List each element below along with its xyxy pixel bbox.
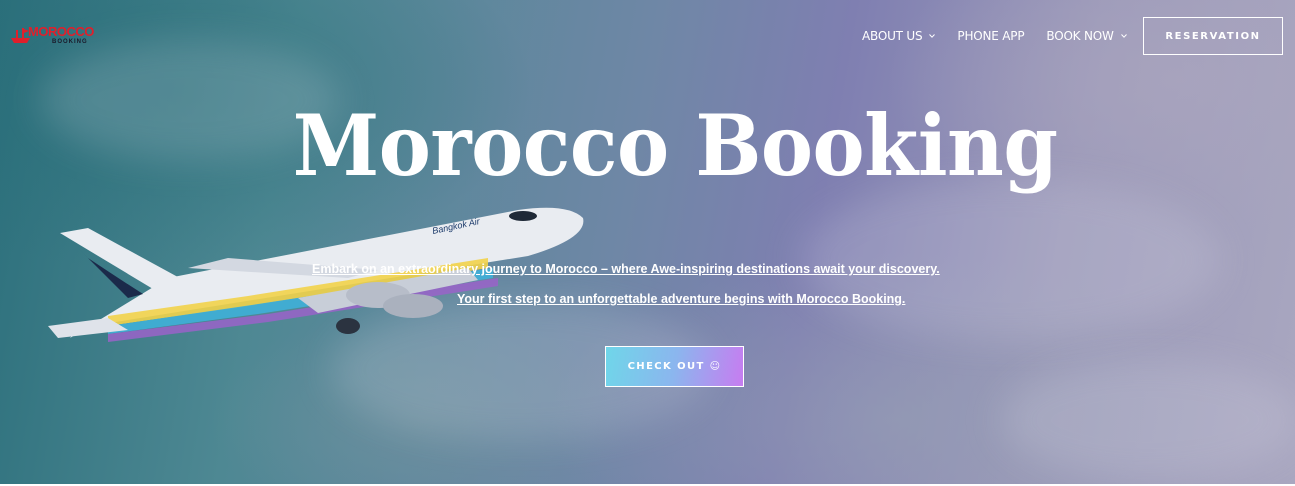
nav-label: BOOK NOW <box>1046 29 1114 43</box>
page-title-text: Morocco Booking <box>292 96 1058 195</box>
tagline-link-2[interactable]: Your first step to an unforgettable adve… <box>457 292 905 306</box>
hero-section: MOROCCO BOOKING ABOUT US PHONE APP BOOK … <box>0 0 1295 484</box>
check-out-button[interactable]: CHECK OUT ☺ <box>605 346 744 387</box>
page-title: Morocco Booking <box>0 96 1295 195</box>
nav-item-phone-app[interactable]: PHONE APP <box>957 29 1024 43</box>
airplane-image: Bangkok Air <box>48 207 584 342</box>
cloud <box>800 180 1220 340</box>
cloud <box>1000 360 1295 480</box>
tagline-link-1[interactable]: Embark on an extraordinary journey to Mo… <box>312 262 940 276</box>
nav-item-book-now[interactable]: BOOK NOW <box>1046 29 1127 43</box>
chevron-down-icon <box>929 34 936 38</box>
nav-label: PHONE APP <box>957 29 1025 43</box>
nav-label: ABOUT US <box>862 29 923 43</box>
chevron-down-icon <box>1120 34 1127 38</box>
reservation-button[interactable]: RESERVATION <box>1143 17 1283 55</box>
nav-item-about-us[interactable]: ABOUT US <box>862 29 936 43</box>
main-nav: ABOUT US PHONE APP BOOK NOW <box>862 29 1127 43</box>
site-logo[interactable]: MOROCCO BOOKING <box>10 18 100 50</box>
logo-name: MOROCCO <box>28 24 94 39</box>
logo-subtitle: BOOKING <box>52 39 88 45</box>
